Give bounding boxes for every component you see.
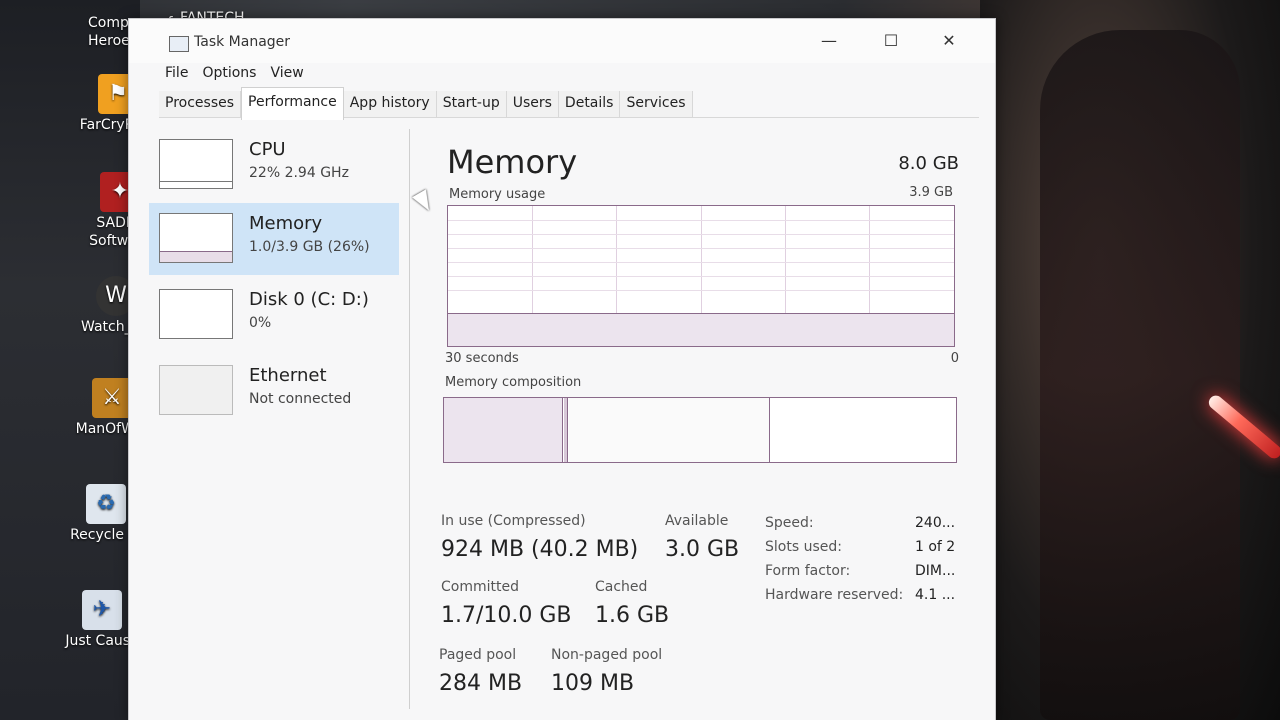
tab-app-history[interactable]: App history [343,91,437,117]
tab-services[interactable]: Services [620,91,693,117]
wallpaper-figure [1040,30,1240,720]
committed-label: Committed [441,579,519,595]
page-title: Memory [447,143,578,181]
sidebar-item-subtitle: 1.0/3.9 GB (26%) [249,239,370,255]
graph-gridline [448,248,954,249]
task-manager-window: Task Manager — ☐ ✕ File Options View Pro… [128,18,996,720]
tab-startup[interactable]: Start-up [436,91,507,117]
paged-pool-value: 284 MB [439,671,523,696]
graph-gridline [448,276,954,277]
memory-usage-label: Memory usage [449,187,546,202]
menu-options[interactable]: Options [202,65,256,81]
nonpaged-pool-value: 109 MB [551,671,635,696]
composition-in-use [444,398,563,462]
menu-bar: File Options View [165,65,304,81]
cached-label: Cached [595,579,648,595]
sidebar-item-title: Disk 0 (C: D:) [249,289,369,310]
sidebar-item-subtitle: 22% 2.94 GHz [249,165,349,181]
recycle-bin-icon: ♻ [86,484,126,524]
cpu-thumbnail-graph [159,139,233,189]
tab-processes[interactable]: Processes [159,91,242,117]
graph-gridline [448,290,954,291]
menu-view[interactable]: View [270,65,303,81]
ethernet-thumbnail-graph [159,365,233,415]
form-factor-value: DIM... [915,563,956,579]
sidebar-item-subtitle: Not connected [249,391,352,407]
manofwar-icon: ⚔ [92,378,132,418]
tab-details[interactable]: Details [558,91,621,117]
sidebar-item-ethernet[interactable]: Ethernet Not connected [149,355,399,427]
memory-usage-max: 3.9 GB [909,185,953,200]
sidebar-item-subtitle: 0% [249,315,272,331]
sidebar-item-disk[interactable]: Disk 0 (C: D:) 0% [149,279,399,351]
sidebar-item-title: Memory [249,213,323,234]
form-factor-label: Form factor: [765,563,851,579]
graph-gridline [448,262,954,263]
close-button[interactable]: ✕ [929,27,969,53]
composition-standby [569,398,770,462]
memory-usage-fill [448,313,954,346]
in-use-value: 924 MB (40.2 MB) [441,537,639,562]
available-value: 3.0 GB [665,537,740,562]
memory-thumbnail-graph [159,213,233,263]
tab-performance[interactable]: Performance [241,87,344,120]
available-label: Available [665,513,729,529]
cached-value: 1.6 GB [595,603,670,628]
speed-label: Speed: [765,515,814,531]
sidebar-item-title: Ethernet [249,365,327,386]
minimize-button[interactable]: — [809,27,849,53]
sidebar-item-cpu[interactable]: CPU 22% 2.94 GHz [149,129,399,201]
in-use-label: In use (Compressed) [441,513,586,529]
performance-sidebar: CPU 22% 2.94 GHz Memory 1.0/3.9 GB (26%)… [149,129,410,709]
memory-detail-panel: Memory 8.0 GB Memory usage 3.9 GB 30 sec… [429,129,969,709]
speed-value: 240... [915,515,956,531]
sidebar-item-memory[interactable]: Memory 1.0/3.9 GB (26%) [149,203,399,275]
memory-total: 8.0 GB [898,153,959,174]
committed-value: 1.7/10.0 GB [441,603,572,628]
menu-file[interactable]: File [165,65,188,81]
slots-used-label: Slots used: [765,539,842,555]
window-title: Task Manager [194,34,291,50]
task-manager-icon [169,36,189,52]
composition-free [771,398,956,462]
hardware-reserved-value: 4.1 ... [915,587,956,603]
justcause-icon: ✈ [82,590,122,630]
slots-used-value: 1 of 2 [915,539,956,555]
graph-gridline [448,220,954,221]
maximize-button[interactable]: ☐ [871,27,911,53]
disk-thumbnail-graph [159,289,233,339]
title-bar[interactable]: Task Manager — ☐ ✕ [129,19,995,63]
tab-bar: Processes Performance App history Start-… [159,87,979,120]
memory-composition-bar [443,397,957,463]
paged-pool-label: Paged pool [439,647,517,663]
nonpaged-pool-label: Non-paged pool [551,647,663,663]
graph-gridline [448,234,954,235]
memory-composition-label: Memory composition [445,375,582,390]
sidebar-item-title: CPU [249,139,286,160]
hardware-reserved-label: Hardware reserved: [765,587,904,603]
memory-usage-graph [447,205,955,347]
tab-users[interactable]: Users [506,91,559,117]
composition-modified [564,398,568,462]
graph-time-right: 0 [950,351,959,366]
graph-time-left: 30 seconds [445,351,519,366]
